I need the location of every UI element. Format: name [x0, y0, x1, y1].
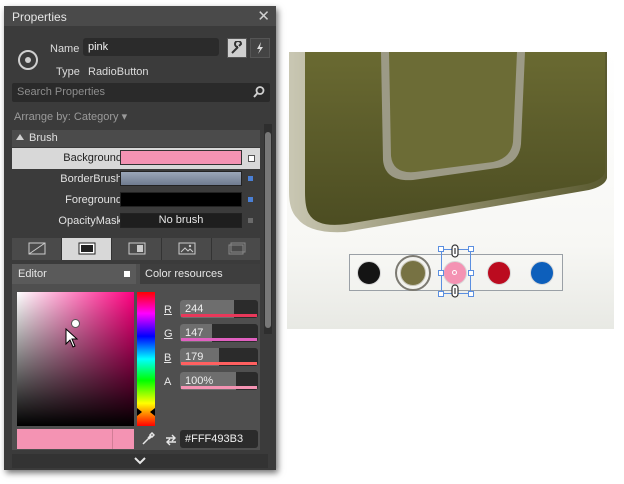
- expand-advanced-bar[interactable]: [12, 454, 268, 468]
- radio-red[interactable]: [487, 261, 511, 285]
- tab-solid-color[interactable]: [62, 238, 112, 260]
- opacitymask-swatch[interactable]: No brush: [120, 213, 242, 228]
- channel-gradient-bar: [181, 386, 257, 389]
- search-properties-input[interactable]: Search Properties: [12, 83, 270, 102]
- property-name: Background: [63, 152, 122, 164]
- margin-link-icon[interactable]: [450, 244, 460, 258]
- blue-value-field[interactable]: 179: [180, 348, 258, 366]
- image-icon: [178, 242, 196, 255]
- name-field[interactable]: [83, 38, 219, 56]
- resize-handle[interactable]: [438, 270, 444, 276]
- hue-marker-right[interactable]: [150, 408, 155, 416]
- resize-handle[interactable]: [468, 291, 474, 297]
- property-marker[interactable]: [248, 176, 253, 181]
- new-color-preview: [17, 429, 112, 449]
- arrange-by-dropdown[interactable]: Arrange by: Category ▾: [14, 110, 127, 123]
- margin-link-icon[interactable]: [450, 284, 460, 298]
- property-marker[interactable]: [248, 197, 253, 202]
- resize-handle[interactable]: [468, 246, 474, 252]
- opacitymask-property-row[interactable]: OpacityMask No brush: [12, 211, 260, 232]
- channel-gradient-bar: [181, 338, 257, 341]
- tab-tile-brush[interactable]: [162, 238, 212, 260]
- saturation-value-picker[interactable]: [17, 292, 134, 426]
- channel-label: R: [164, 304, 172, 316]
- foreground-swatch[interactable]: [120, 192, 242, 207]
- search-placeholder: Search Properties: [17, 86, 106, 98]
- channel-label: A: [164, 376, 172, 388]
- foreground-property-row[interactable]: Foreground: [12, 190, 260, 211]
- device-graphic: [289, 52, 607, 233]
- property-marker[interactable]: [248, 218, 253, 223]
- green-value-field[interactable]: 147: [180, 324, 258, 342]
- close-icon[interactable]: ✕: [257, 7, 270, 25]
- radio-black[interactable]: [357, 261, 381, 285]
- red-value-field[interactable]: 244: [180, 300, 258, 318]
- search-icon[interactable]: [252, 85, 266, 99]
- hue-marker-left[interactable]: [137, 408, 142, 416]
- alpha-value-field[interactable]: 100%: [180, 372, 258, 390]
- channel-gradient-bar: [181, 314, 257, 317]
- color-resources-label: Color resources: [145, 268, 223, 280]
- no-brush-icon: [28, 242, 46, 255]
- panel-titlebar: Properties ✕: [4, 6, 276, 26]
- mouse-pointer-icon: [65, 328, 79, 348]
- property-name: BorderBrush: [60, 173, 122, 185]
- type-label: Type: [56, 66, 80, 78]
- editor-marker: [124, 271, 130, 277]
- gradient-icon: [128, 242, 146, 255]
- editor-tab-label: Editor: [18, 268, 47, 280]
- resource-icon: [228, 242, 246, 255]
- property-marker[interactable]: [248, 155, 255, 162]
- scrollbar-thumb[interactable]: [265, 132, 271, 328]
- borderbrush-swatch[interactable]: [120, 171, 242, 186]
- solid-color-icon: [78, 242, 96, 255]
- color-editor: Editor Color resources R 244 G 147 B 179…: [12, 264, 260, 450]
- events-lightning-button[interactable]: [250, 38, 270, 58]
- channel-label: B: [164, 352, 172, 364]
- brush-category-header[interactable]: Brush: [12, 130, 260, 147]
- property-name: OpacityMask: [58, 215, 122, 227]
- radio-blue[interactable]: [530, 261, 554, 285]
- picker-cursor[interactable]: [71, 319, 80, 328]
- hex-value: #FFF493B3: [185, 433, 244, 445]
- panel-title: Properties: [12, 10, 67, 24]
- resize-handle[interactable]: [438, 246, 444, 252]
- original-color-preview: [112, 429, 134, 449]
- properties-wrench-button[interactable]: [227, 38, 247, 58]
- brush-type-tabs: [12, 238, 260, 260]
- swap-format-icon[interactable]: [164, 434, 178, 446]
- resize-handle[interactable]: [468, 270, 474, 276]
- tab-editor[interactable]: Editor: [12, 264, 136, 284]
- radio-olive[interactable]: [400, 260, 426, 286]
- tab-resource[interactable]: [212, 238, 262, 260]
- wrench-icon: [231, 41, 243, 54]
- properties-panel: Properties ✕ Name Type RadioButton Searc…: [4, 6, 276, 470]
- properties-scrollbar[interactable]: [264, 124, 272, 334]
- borderbrush-property-row[interactable]: BorderBrush: [12, 169, 260, 190]
- eyedropper-icon[interactable]: [141, 432, 155, 446]
- type-value: RadioButton: [88, 66, 149, 78]
- hex-value-field[interactable]: #FFF493B3: [180, 430, 258, 448]
- resize-handle[interactable]: [438, 291, 444, 297]
- brush-header-label: Brush: [29, 132, 58, 144]
- tab-no-brush[interactable]: [12, 238, 62, 260]
- tab-color-resources[interactable]: Color resources: [140, 264, 260, 284]
- hue-slider[interactable]: [137, 292, 155, 426]
- chevron-down-icon[interactable]: [134, 456, 146, 466]
- channel-label: G: [164, 328, 173, 340]
- tab-gradient[interactable]: [112, 238, 162, 260]
- property-name: Foreground: [65, 194, 122, 206]
- background-swatch[interactable]: [120, 150, 242, 165]
- lightning-icon: [257, 42, 263, 54]
- name-label: Name: [50, 43, 80, 55]
- radiobutton-icon: [18, 50, 38, 70]
- background-property-row[interactable]: Background: [12, 148, 260, 169]
- collapse-arrow-icon[interactable]: [16, 134, 24, 140]
- channel-gradient-bar: [181, 362, 257, 365]
